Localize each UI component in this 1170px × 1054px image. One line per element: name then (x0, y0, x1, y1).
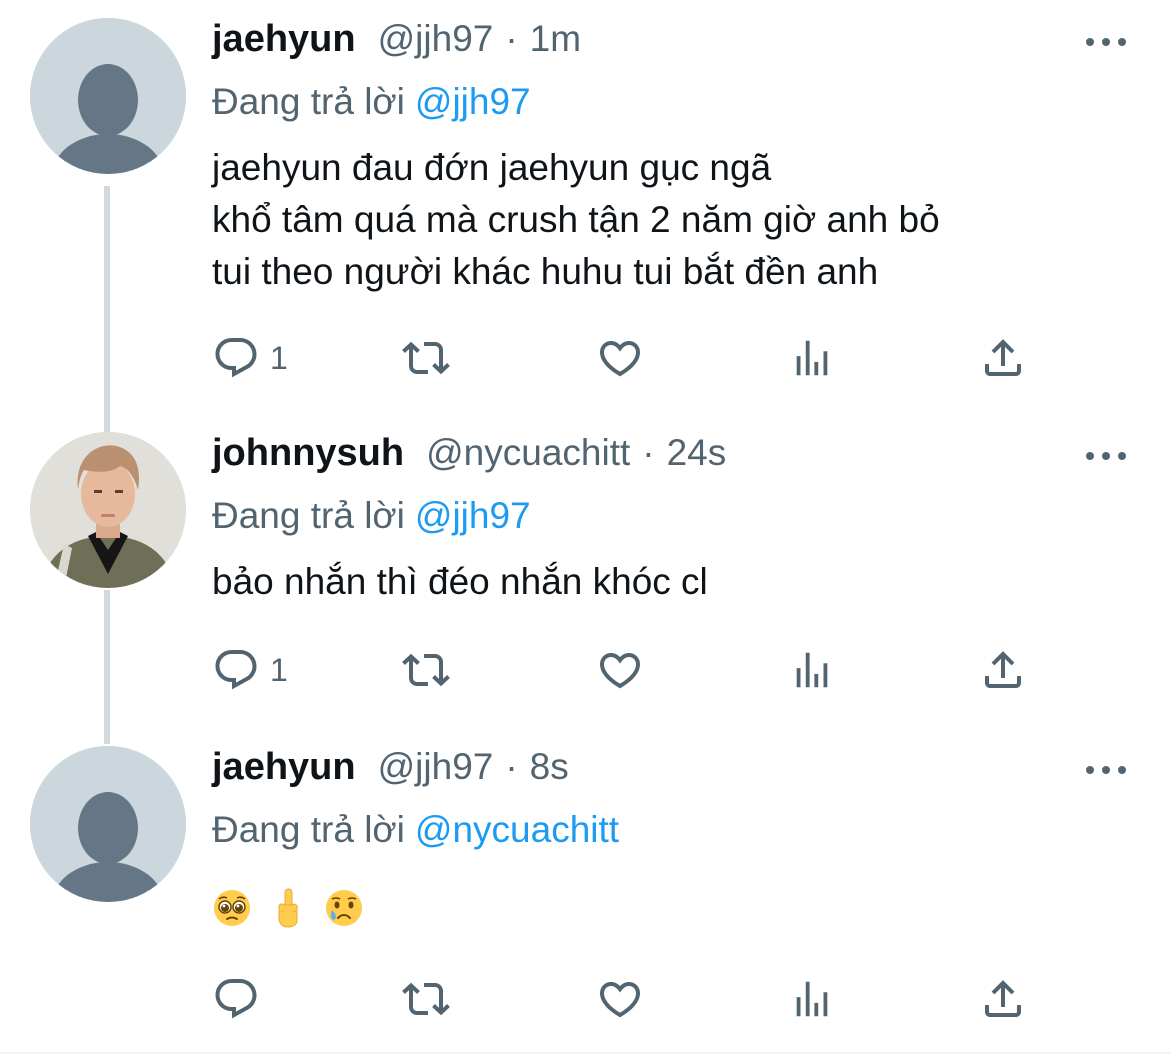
tweet-text: jaehyun đau đớn jaehyun gục ngã khổ tâm … (212, 147, 940, 292)
share-button[interactable] (979, 974, 1027, 1024)
avatar[interactable] (30, 432, 186, 588)
crying-face-icon (326, 890, 362, 926)
heart-icon (596, 975, 644, 1023)
reply-count: 1 (270, 339, 288, 376)
like-button[interactable] (596, 974, 644, 1024)
user-handle[interactable]: @nycuachitt (426, 432, 630, 474)
default-avatar-icon (30, 746, 186, 902)
retweet-icon (402, 334, 450, 382)
more-options-icon[interactable] (1086, 760, 1126, 780)
heart-icon (596, 646, 644, 694)
analytics-icon (789, 647, 835, 693)
user-handle[interactable]: @jjh97 (378, 746, 494, 788)
avatar[interactable] (30, 746, 186, 902)
retweet-icon (402, 975, 450, 1023)
replying-to: Đang trả lời @nycuachitt (212, 802, 1130, 858)
mention-link[interactable]: @nycuachitt (415, 809, 619, 850)
analytics-icon (789, 335, 835, 381)
tweet[interactable]: johnnysuh @nycuachitt · 24s Đang trả lời… (0, 412, 1170, 742)
retweet-icon (402, 646, 450, 694)
reply-button[interactable]: 1 (212, 645, 288, 695)
share-icon (979, 975, 1027, 1023)
profile-photo (30, 432, 186, 588)
like-button[interactable] (596, 333, 644, 383)
views-button[interactable] (789, 645, 835, 695)
display-name[interactable]: jaehyun (212, 18, 356, 61)
retweet-button[interactable] (402, 974, 450, 1024)
reply-icon (212, 334, 260, 382)
timestamp[interactable]: 1m (530, 18, 581, 60)
replying-to-label: Đang trả lời (212, 495, 405, 536)
action-bar (212, 974, 1042, 1024)
reply-icon (212, 646, 260, 694)
reply-thread: jaehyun @jjh97 · 1m Đang trả lời @jjh97 j… (0, 0, 1170, 1054)
reply-icon (212, 975, 260, 1023)
replying-to-label: Đang trả lời (212, 81, 405, 122)
retweet-button[interactable] (402, 645, 450, 695)
share-button[interactable] (979, 333, 1027, 383)
mention-link[interactable]: @jjh97 (415, 495, 531, 536)
tweet-text: bảo nhắn thì đéo nhắn khóc cl (212, 561, 708, 602)
more-options-icon[interactable] (1086, 32, 1126, 52)
display-name[interactable]: jaehyun (212, 746, 356, 789)
share-button[interactable] (979, 645, 1027, 695)
tweet[interactable]: jaehyun @jjh97 · 1m Đang trả lời @jjh97 j… (0, 0, 1170, 412)
pleading-face-icon (214, 890, 250, 926)
timestamp[interactable]: 24s (667, 432, 727, 474)
separator-dot: · (505, 746, 518, 787)
timestamp[interactable]: 8s (530, 746, 569, 788)
reply-button[interactable] (212, 974, 270, 1024)
retweet-button[interactable] (402, 333, 450, 383)
avatar[interactable] (30, 18, 186, 174)
tweet-header: jaehyun @jjh97 · 1m (212, 18, 1130, 74)
more-options-icon[interactable] (1086, 446, 1126, 466)
views-button[interactable] (789, 974, 835, 1024)
share-icon (979, 334, 1027, 382)
analytics-icon (789, 976, 835, 1022)
separator-dot: · (505, 18, 518, 59)
separator-dot: · (642, 432, 655, 473)
tweet-emojis (212, 886, 1130, 930)
mention-link[interactable]: @jjh97 (415, 81, 531, 122)
views-button[interactable] (789, 333, 835, 383)
replying-to-label: Đang trả lời (212, 809, 405, 850)
reply-button[interactable]: 1 (212, 333, 288, 383)
like-button[interactable] (596, 645, 644, 695)
action-bar: 1 (212, 645, 1042, 695)
tweet[interactable]: jaehyun @jjh97 · 8s Đang trả lời @nycuach… (0, 742, 1170, 1054)
reply-count: 1 (270, 651, 288, 688)
user-handle[interactable]: @jjh97 (378, 18, 494, 60)
tweet-header: johnnysuh @nycuachitt · 24s (212, 432, 1130, 488)
heart-icon (596, 334, 644, 382)
share-icon (979, 646, 1027, 694)
default-avatar-icon (30, 18, 186, 174)
action-bar: 1 (212, 333, 1042, 383)
display-name[interactable]: johnnysuh (212, 432, 404, 475)
replying-to: Đang trả lời @jjh97 (212, 488, 1130, 544)
replying-to: Đang trả lời @jjh97 (212, 74, 1130, 130)
tweet-header: jaehyun @jjh97 · 8s (212, 746, 1130, 802)
middle-finger-icon (278, 888, 298, 928)
